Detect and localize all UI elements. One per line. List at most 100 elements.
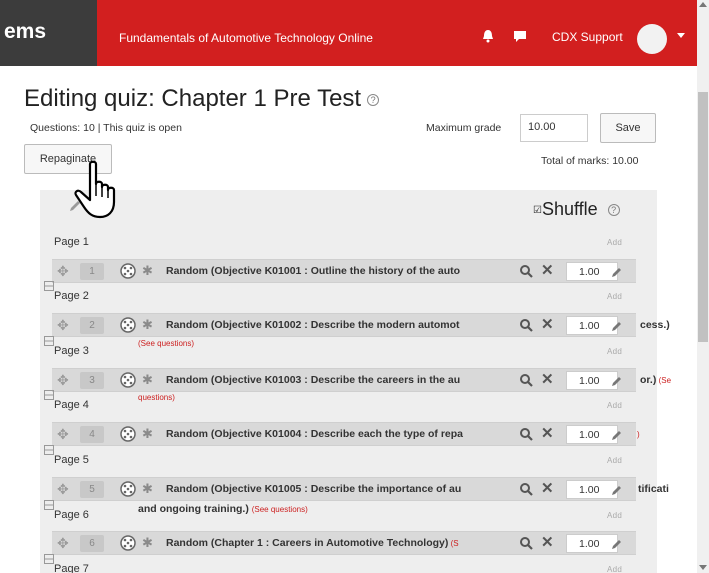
page-title: Editing quiz: Chapter 1 Pre Test? [24, 85, 380, 113]
question-name-continuation: and ongoing training.) (See questions) [138, 503, 308, 515]
scrollbar-thumb[interactable] [698, 92, 708, 342]
search-icon[interactable] [519, 427, 533, 441]
gear-icon[interactable]: ✱ [142, 372, 153, 388]
save-button[interactable]: Save [600, 113, 656, 143]
add-question-link[interactable]: Add [607, 511, 622, 520]
edit-mark-icon[interactable] [611, 428, 623, 440]
gear-icon[interactable]: ✱ [142, 426, 153, 442]
see-questions-link[interactable]: (S [448, 539, 459, 548]
shuffle-label: Shuffle [541, 199, 598, 219]
see-questions-link[interactable]: questions) [138, 393, 175, 402]
question-number: 5 [80, 481, 104, 498]
see-questions-link[interactable]: (See questions) [138, 339, 194, 348]
random-question-icon [119, 262, 137, 280]
help-icon[interactable]: ? [607, 204, 620, 217]
question-number: 2 [80, 317, 104, 334]
question-number: 6 [80, 535, 104, 552]
see-questions-link[interactable]: ) [637, 430, 640, 439]
question-row: ✥ 5 ✱ Random (Objective K01005 : Describe t… [52, 477, 636, 501]
add-question-link[interactable]: Add [607, 347, 622, 356]
gear-icon[interactable]: ✱ [142, 535, 153, 551]
gear-icon[interactable]: ✱ [142, 317, 153, 333]
close-icon[interactable]: ✕ [541, 263, 554, 279]
page-break-icon[interactable] [44, 333, 54, 346]
close-icon[interactable]: ✕ [541, 317, 554, 333]
see-questions-link[interactable]: (Se [656, 376, 671, 385]
question-name-overflow: or.) (Se [640, 374, 672, 386]
brand-logo[interactable]: ems [0, 0, 97, 66]
close-icon[interactable]: ✕ [541, 535, 554, 551]
chat-icon[interactable] [513, 29, 527, 46]
page-break-icon[interactable] [44, 497, 54, 510]
move-icon[interactable]: ✥ [57, 264, 69, 278]
question-name-overflow: tificati [638, 483, 669, 495]
help-icon[interactable]: ? [367, 93, 380, 106]
random-question-icon [119, 480, 137, 498]
page-label: Page 7 [54, 563, 89, 573]
scroll-down-icon[interactable] [699, 565, 707, 570]
site-name-link[interactable]: Fundamentals of Automotive Technology On… [119, 31, 373, 45]
add-question-link[interactable]: Add [607, 401, 622, 410]
page-scrollbar[interactable] [697, 0, 709, 573]
move-icon[interactable]: ✥ [57, 482, 69, 496]
question-row: ✥ 6 ✱ Random (Chapter 1 : Careers in Automo… [52, 531, 636, 555]
move-icon[interactable]: ✥ [57, 427, 69, 441]
question-name-link[interactable]: Random (Objective K01001 : Outline the h… [166, 265, 516, 277]
page-break-icon[interactable] [44, 278, 54, 291]
question-number: 1 [80, 263, 104, 280]
question-number: 4 [80, 426, 104, 443]
random-question-icon [119, 534, 137, 552]
bell-icon[interactable] [481, 29, 495, 46]
hand-cursor-icon [72, 160, 124, 220]
edit-mark-icon[interactable] [611, 265, 623, 277]
search-icon[interactable] [519, 482, 533, 496]
user-menu-name[interactable]: CDX Support [552, 30, 623, 44]
page-label: Page 6 [54, 509, 89, 521]
page-label: Page 4 [54, 399, 89, 411]
total-marks: Total of marks: 10.00 [541, 155, 639, 167]
max-grade-label: Maximum grade [426, 122, 502, 134]
edit-mark-icon[interactable] [611, 483, 623, 495]
edit-mark-icon[interactable] [611, 319, 623, 331]
gear-icon[interactable]: ✱ [142, 481, 153, 497]
edit-mark-icon[interactable] [611, 537, 623, 549]
see-questions-link[interactable]: (See questions) [252, 505, 308, 514]
question-name-link[interactable]: Random (Objective K01004 : Describe each… [166, 428, 516, 440]
page-break-icon[interactable] [44, 442, 54, 455]
page-break-icon[interactable] [44, 387, 54, 400]
avatar[interactable] [637, 24, 667, 54]
search-icon[interactable] [519, 536, 533, 550]
gear-icon[interactable]: ✱ [142, 263, 153, 279]
shuffle-toggle[interactable]: ☑Shuffle? [533, 199, 620, 220]
question-name-link[interactable]: Random (Objective K01005 : Describe the … [166, 483, 516, 495]
close-icon[interactable]: ✕ [541, 426, 554, 442]
page-label: Page 3 [54, 345, 89, 357]
question-name-link[interactable]: Random (Objective K01003 : Describe the … [166, 374, 516, 386]
search-icon[interactable] [519, 264, 533, 278]
close-icon[interactable]: ✕ [541, 481, 554, 497]
add-question-link[interactable]: Add [607, 292, 622, 301]
question-row: ✥ 4 ✱ Random (Objective K01004 : Describe e… [52, 422, 636, 446]
checkbox-icon[interactable]: ☑ [533, 205, 542, 216]
question-name-overflow: ) [637, 428, 640, 440]
add-question-link[interactable]: Add [607, 565, 622, 573]
question-name-link[interactable]: Random (Chapter 1 : Careers in Automotiv… [166, 537, 516, 549]
top-navbar: ems Fundamentals of Automotive Technolog… [0, 0, 709, 66]
question-name-overflow: cess.) [640, 319, 670, 331]
edit-mark-icon[interactable] [611, 374, 623, 386]
page-break-icon[interactable] [44, 551, 54, 564]
search-icon[interactable] [519, 318, 533, 332]
search-icon[interactable] [519, 373, 533, 387]
random-question-icon [119, 316, 137, 334]
question-name-link[interactable]: Random (Objective K01002 : Describe the … [166, 319, 516, 331]
move-icon[interactable]: ✥ [57, 536, 69, 550]
caret-down-icon[interactable] [677, 33, 685, 38]
move-icon[interactable]: ✥ [57, 373, 69, 387]
move-icon[interactable]: ✥ [57, 318, 69, 332]
page-label: Page 5 [54, 454, 89, 466]
add-question-link[interactable]: Add [607, 238, 622, 247]
close-icon[interactable]: ✕ [541, 372, 554, 388]
add-question-link[interactable]: Add [607, 456, 622, 465]
scroll-up-icon[interactable] [699, 2, 707, 7]
max-grade-input[interactable]: 10.00 [520, 114, 588, 142]
